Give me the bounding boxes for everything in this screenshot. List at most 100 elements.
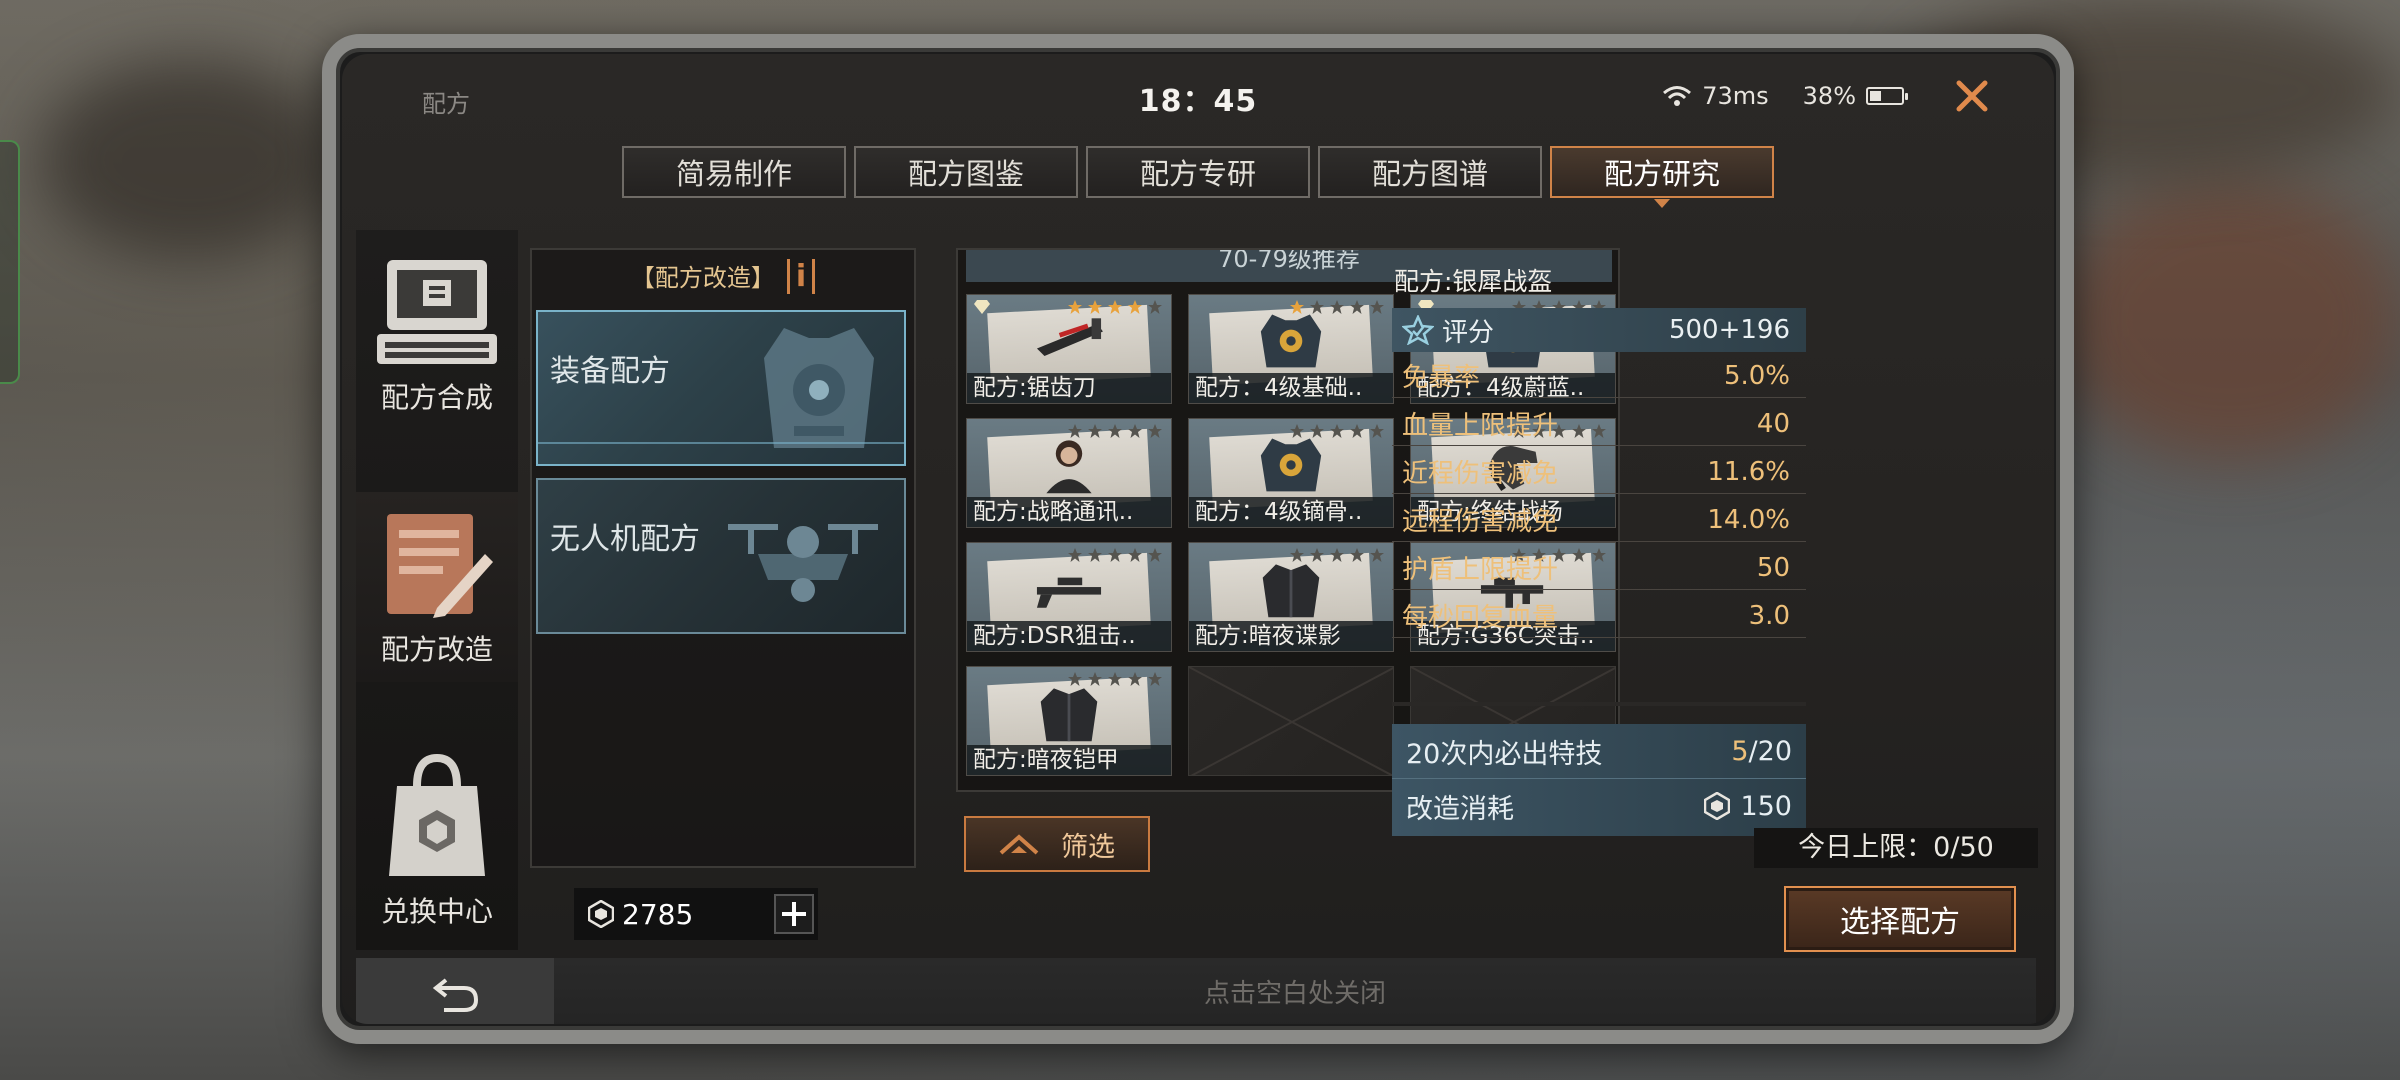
- recipe-grid-item[interactable]: 配方:暗夜铠甲: [966, 666, 1172, 776]
- star-icon: [1330, 548, 1344, 562]
- tab-recipe-research[interactable]: 配方研究: [1550, 146, 1774, 208]
- cube-coin-icon: [588, 900, 614, 928]
- recipe-grid-item-label: 配方:暗夜铠甲: [967, 745, 1171, 775]
- armor-vest-icon: [764, 328, 874, 448]
- tab-bar: 简易制作 配方图鉴 配方专研 配方图谱 配方研究: [622, 146, 1774, 208]
- side-nav: 配方合成 配方改造 兑换中心: [356, 230, 518, 950]
- star-icon: [1370, 548, 1384, 562]
- cost-label: 改造消耗: [1406, 793, 1514, 825]
- nav-label: 兑换中心: [380, 895, 493, 928]
- star-icon: [1148, 300, 1162, 314]
- cube-coin-icon: [1704, 792, 1731, 820]
- recipe-grid-item-label: 配方：4级基础..: [1189, 373, 1393, 403]
- special-label: 20次内必出特技: [1406, 738, 1603, 770]
- score-row: 评分 500+196: [1392, 308, 1806, 352]
- tab-recipe-atlas[interactable]: 配方图谱: [1318, 146, 1542, 198]
- recipe-grid-item-label: 配方:DSR狙击..: [967, 621, 1171, 651]
- special-count: 5/20: [1731, 736, 1792, 767]
- background-blur: [40, 60, 340, 260]
- nav-recipe-modify[interactable]: 配方改造: [356, 492, 518, 682]
- recipe-card-drone[interactable]: 无人机配方: [536, 478, 906, 634]
- empty-slot-icon: [1189, 667, 1393, 775]
- terminal-icon: [377, 260, 497, 364]
- star-icon: [1108, 424, 1122, 438]
- filter-button[interactable]: 筛选: [964, 816, 1150, 872]
- star-icon: [1370, 300, 1384, 314]
- stat-row: 每秒回复血量 3.0: [1392, 594, 1806, 638]
- star-icon: [1350, 424, 1364, 438]
- star-icon: [1108, 548, 1122, 562]
- daily-limit: 今日上限：0/50: [1754, 828, 2038, 868]
- back-arrow-icon: [432, 978, 479, 1012]
- recipe-type-header: 【配方改造】 i: [532, 258, 914, 294]
- special-current: 5: [1731, 735, 1749, 767]
- character-icon: [1046, 440, 1092, 494]
- recipe-grid-item[interactable]: 配方:战略通讯..: [966, 418, 1172, 528]
- add-currency-button[interactable]: [774, 894, 814, 934]
- select-recipe-button[interactable]: 选择配方: [1784, 886, 2016, 952]
- recipe-card-label: 装备配方: [550, 354, 670, 389]
- battery-icon: [1866, 87, 1908, 105]
- recipe-grid-item[interactable]: 配方:锯齿刀: [966, 294, 1172, 404]
- stat-key: 免暴率: [1402, 363, 1481, 393]
- tab-simple-craft[interactable]: 简易制作: [622, 146, 846, 198]
- recipe-grid-item[interactable]: 配方：4级基础..: [1188, 294, 1394, 404]
- status-indicators: 73ms 38%: [1662, 82, 1908, 110]
- saw-blade-icon: [1036, 318, 1103, 357]
- score-value: 500+196: [1668, 315, 1790, 345]
- currency-amount: 2785: [622, 897, 694, 931]
- side-handle[interactable]: [0, 140, 20, 384]
- bottom-bar[interactable]: 点击空白处关闭: [356, 958, 2036, 1024]
- recipe-grid-item[interactable]: 配方:暗夜谍影: [1188, 542, 1394, 652]
- stat-value: 50: [1756, 552, 1790, 583]
- star-icon: [1370, 424, 1384, 438]
- stat-row: 免暴率 5.0%: [1392, 354, 1806, 398]
- suit-icon: [1040, 688, 1098, 742]
- recipe-grid-item-label: 配方:锯齿刀: [967, 373, 1171, 403]
- ping-value: 73ms: [1702, 82, 1769, 110]
- battery-fill: [1870, 91, 1881, 101]
- special-total: /20: [1748, 735, 1792, 767]
- stat-row: 血量上限提升 40: [1392, 402, 1806, 446]
- diamond-icon: [974, 300, 990, 314]
- star-icon: [1148, 672, 1162, 686]
- armor-icon: [1260, 438, 1322, 492]
- recipe-grid-item-label: 配方:战略通讯..: [967, 497, 1171, 527]
- filter-label: 筛选: [1061, 831, 1115, 863]
- suit-icon: [1262, 564, 1320, 618]
- tab-recipe-study[interactable]: 配方专研: [1086, 146, 1310, 198]
- special-guarantee-row: 20次内必出特技 5/20: [1392, 724, 1806, 778]
- special-info-box: 20次内必出特技 5/20 改造消耗 150: [1392, 724, 1806, 836]
- back-button[interactable]: [356, 958, 554, 1024]
- armor-icon: [1260, 314, 1322, 368]
- stat-value: 40: [1756, 408, 1790, 439]
- stat-key: 远程伤害减免: [1402, 507, 1559, 537]
- info-icon[interactable]: i: [786, 259, 816, 294]
- sniper-rifle-icon: [1036, 577, 1102, 608]
- recipe-grid-item-label: 配方:暗夜谍影: [1189, 621, 1393, 651]
- star-icon: [1128, 300, 1142, 314]
- recipe-grid-item[interactable]: 配方:DSR狙击..: [966, 542, 1172, 652]
- recipe-edit-icon: [387, 514, 493, 618]
- nav-label: 配方合成: [380, 381, 493, 414]
- star-icon: [1128, 672, 1142, 686]
- recipe-name: 配方:银犀战盔: [1394, 267, 1553, 296]
- battery-percent: 38%: [1802, 82, 1856, 110]
- stat-row: 护盾上限提升 50: [1392, 546, 1806, 590]
- star-icon: [1128, 424, 1142, 438]
- nav-exchange-center[interactable]: 兑换中心: [356, 750, 518, 930]
- close-icon[interactable]: [1954, 78, 1990, 114]
- star-icon: [1148, 424, 1162, 438]
- star-icon: [1350, 548, 1364, 562]
- recipe-grid-item[interactable]: 配方：4级镝骨..: [1188, 418, 1394, 528]
- recipe-card-equipment[interactable]: 装备配方: [536, 310, 906, 466]
- tablet-screen: 配方 18：45 73ms 38% 简易制作 配方图鉴 配方专研 配方图谱 配方…: [342, 54, 2054, 1024]
- drone-icon: [728, 524, 878, 602]
- tab-recipe-codex[interactable]: 配方图鉴: [854, 146, 1078, 198]
- score-star-icon: [1402, 315, 1434, 345]
- star-icon: [1330, 424, 1344, 438]
- nav-recipe-synthesis[interactable]: 配方合成: [356, 256, 518, 416]
- stat-row: 远程伤害减免 14.0%: [1392, 498, 1806, 542]
- modify-cost-row: 改造消耗 150: [1392, 778, 1806, 833]
- stat-row: 近程伤害减免 11.6%: [1392, 450, 1806, 494]
